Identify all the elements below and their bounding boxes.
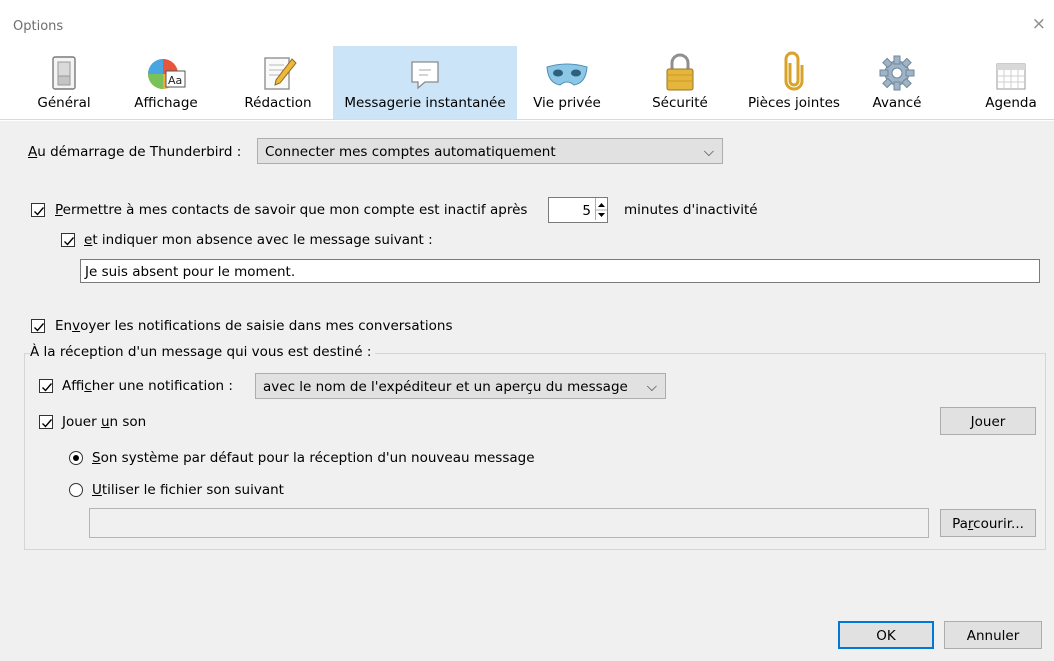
pane-security[interactable]: Sécurité: [644, 46, 716, 119]
chat-preferences-panel: Au démarrage de Thunderbird : Connecter …: [0, 121, 1054, 661]
default-sound-label: Son système par défaut pour la réception…: [92, 450, 535, 466]
away-message-input[interactable]: Je suis absent pour le moment.: [80, 259, 1040, 283]
preferences-toolbar: Général Aa Affichage Rédaction Messageri…: [0, 46, 1054, 120]
pane-label: Rédaction: [244, 95, 312, 111]
custom-sound-label: Utiliser le fichier son suivant: [92, 482, 284, 498]
display-icon: Aa: [144, 46, 188, 93]
startup-select[interactable]: Connecter mes comptes automatiquement ⌵: [257, 138, 723, 164]
pane-advanced[interactable]: Avancé: [862, 46, 932, 119]
notify-label: Afficher une notification :: [62, 378, 233, 394]
checkmark-icon: [34, 323, 45, 332]
gear-icon: [877, 46, 917, 93]
window-title: Options: [13, 19, 64, 34]
chat-icon: [407, 46, 443, 93]
checkmark-icon: [42, 383, 53, 392]
custom-sound-radio[interactable]: [69, 483, 83, 497]
stepper-arrows[interactable]: [595, 198, 607, 220]
svg-text:Aa: Aa: [168, 74, 182, 87]
idle-checkbox[interactable]: [31, 203, 45, 217]
general-icon: [49, 46, 79, 93]
checkmark-icon: [34, 207, 45, 216]
cancel-button[interactable]: Annuler: [944, 621, 1042, 649]
pane-label: Général: [37, 95, 91, 111]
pane-label: Affichage: [134, 95, 198, 111]
pane-label: Pièces jointes: [748, 95, 840, 111]
typing-label: Envoyer les notifications de saisie dans…: [55, 318, 453, 334]
pane-label: Avancé: [872, 95, 922, 111]
chevron-down-icon: ⌵: [646, 379, 657, 395]
radio-dot: [73, 455, 79, 461]
play-button[interactable]: Jouer: [940, 407, 1036, 435]
padlock-icon: [663, 46, 697, 93]
pane-display[interactable]: Aa Affichage: [126, 46, 206, 119]
notify-checkbox[interactable]: [39, 379, 53, 393]
default-sound-radio[interactable]: [69, 451, 83, 465]
group-label: À la réception d'un message qui vous est…: [30, 344, 376, 360]
privacy-mask-icon: [544, 46, 590, 93]
sound-checkbox[interactable]: [39, 415, 53, 429]
sound-file-input[interactable]: [89, 508, 929, 538]
idle-label: Permettre à mes contacts de savoir que m…: [55, 202, 528, 218]
pane-attachments[interactable]: Pièces jointes: [738, 46, 850, 119]
pane-general[interactable]: Général: [22, 46, 106, 119]
notify-select[interactable]: avec le nom de l'expéditeur et un aperçu…: [255, 373, 666, 399]
idle-minutes-stepper[interactable]: 5: [548, 197, 608, 223]
pane-label: Vie privée: [533, 95, 601, 111]
pane-label: Agenda: [985, 95, 1037, 111]
pane-privacy[interactable]: Vie privée: [527, 46, 607, 119]
chevron-down-icon: ⌵: [703, 144, 714, 160]
startup-label: Au démarrage de Thunderbird :: [28, 144, 242, 160]
ok-button[interactable]: OK: [838, 621, 934, 649]
checkmark-icon: [64, 237, 75, 246]
checkmark-icon: [42, 419, 53, 428]
pane-chat[interactable]: Messagerie instantanée: [333, 46, 517, 119]
close-icon[interactable]: ×: [1032, 15, 1046, 33]
calendar-icon: [994, 46, 1028, 93]
away-label: et indiquer mon absence avec le message …: [84, 232, 433, 248]
pane-compose[interactable]: Rédaction: [236, 46, 320, 119]
typing-checkbox[interactable]: [31, 319, 45, 333]
pane-label: Sécurité: [652, 95, 708, 111]
paperclip-icon: [781, 46, 807, 93]
browse-button[interactable]: Parcourir...: [940, 509, 1036, 537]
title-bar: Options ×: [0, 0, 1054, 46]
compose-icon: [258, 46, 298, 93]
away-checkbox[interactable]: [61, 233, 75, 247]
idle-suffix: minutes d'inactivité: [624, 202, 758, 218]
pane-label: Messagerie instantanée: [344, 95, 506, 111]
sound-label: Jouer un son: [62, 414, 147, 430]
pane-calendar[interactable]: Agenda: [978, 46, 1044, 119]
